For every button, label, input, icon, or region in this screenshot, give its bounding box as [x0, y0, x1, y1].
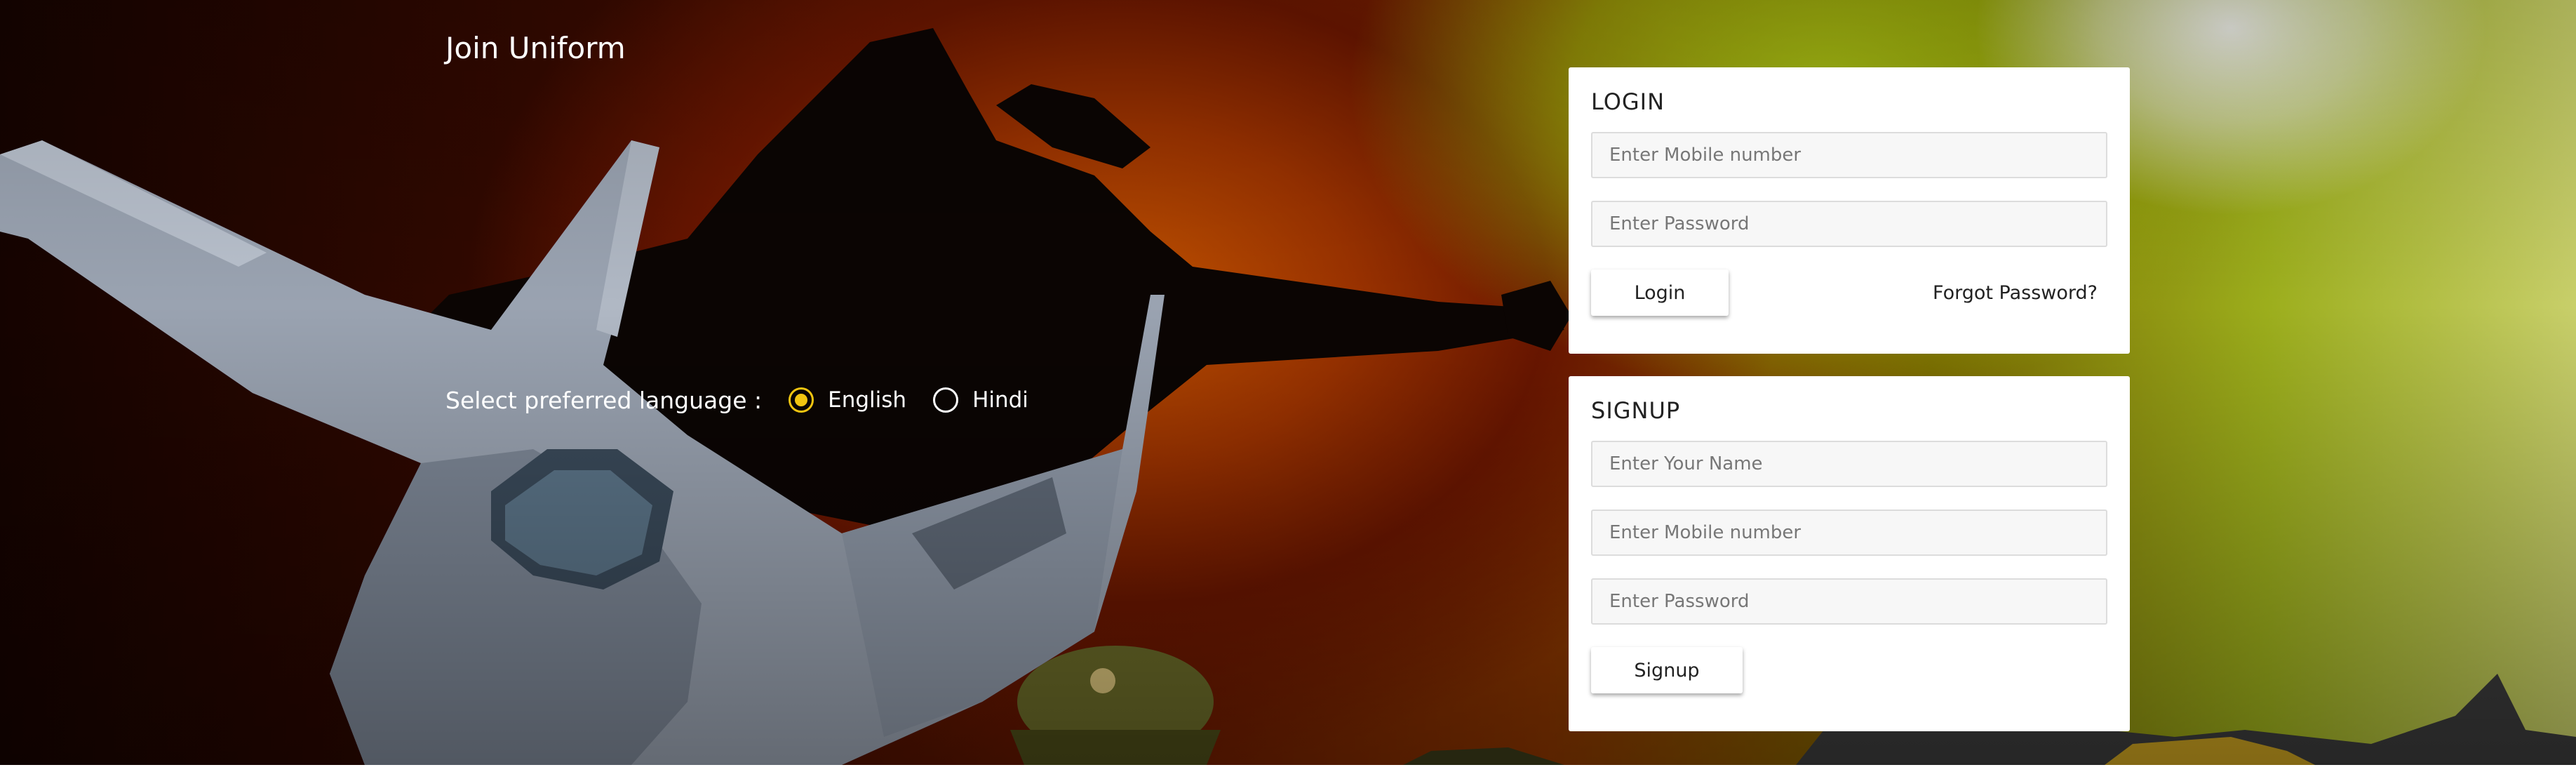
fighter-jet-icon: [0, 140, 1165, 765]
language-label: Select preferred language :: [445, 386, 763, 414]
login-title: LOGIN: [1591, 88, 1665, 115]
forgot-password-link[interactable]: Forgot Password?: [1933, 282, 2098, 304]
language-selector: Select preferred language : English Hind…: [445, 382, 1055, 418]
signup-password-input[interactable]: [1591, 578, 2107, 625]
radio-checked-icon[interactable]: [789, 387, 814, 413]
login-button[interactable]: Login: [1591, 269, 1729, 316]
brand-title[interactable]: Join Uniform: [445, 31, 626, 65]
signup-title: SIGNUP: [1591, 397, 1681, 424]
language-option-english[interactable]: English: [789, 387, 906, 413]
signup-button[interactable]: Signup: [1591, 647, 1743, 693]
login-password-input[interactable]: [1591, 201, 2107, 247]
login-card: LOGIN Login Forgot Password?: [1569, 67, 2130, 354]
signup-card: SIGNUP Signup: [1569, 376, 2130, 731]
police-cap-icon: [1010, 646, 1221, 765]
language-option-label: English: [828, 387, 907, 413]
language-option-label: Hindi: [972, 387, 1028, 413]
radio-unchecked-icon[interactable]: [933, 387, 959, 413]
scene-illustration: [0, 28, 2576, 765]
hero-background: [0, 0, 2576, 765]
page-bottom-edge: [0, 765, 2576, 779]
signup-mobile-input[interactable]: [1591, 510, 2107, 556]
signup-name-input[interactable]: [1591, 441, 2107, 487]
login-actions: Login Forgot Password?: [1591, 269, 2107, 316]
jet-silhouette-icon: [421, 28, 1571, 533]
language-option-hindi[interactable]: Hindi: [933, 387, 1028, 413]
login-mobile-input[interactable]: [1591, 132, 2107, 178]
